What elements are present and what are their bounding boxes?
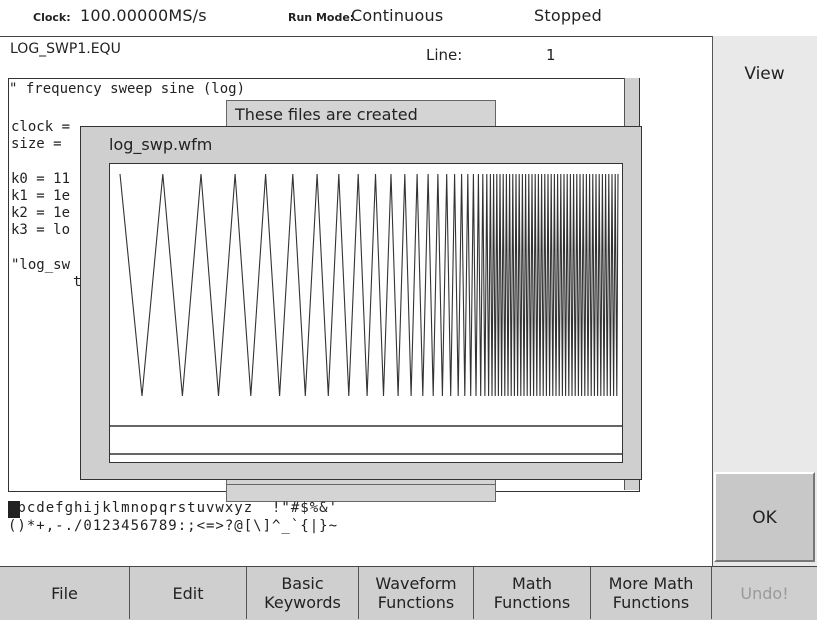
files-created-title: These files are created <box>235 105 418 124</box>
char-row-2[interactable]: ()*+,-./0123456789:;<=>?@[\]^_`{|}~ <box>8 518 338 534</box>
code-line-2: clock = <box>11 119 71 135</box>
waveform-preview-dialog: log_swp.wfm <box>80 126 642 480</box>
code-line-3: size = <box>11 136 62 152</box>
ok-button-label: OK <box>752 508 777 528</box>
run-mode-value: Continuous <box>351 6 444 25</box>
menu-file-label: File <box>51 583 78 603</box>
line-label: Line: <box>426 46 463 64</box>
code-line-6: k2 = 1e <box>11 205 71 221</box>
waveform-plot <box>109 163 623 463</box>
header-divider <box>0 36 712 37</box>
clock-label: Clock: <box>33 11 71 24</box>
view-button[interactable]: View <box>712 40 817 120</box>
menu-math-functions-label: Math Functions <box>493 574 571 612</box>
menu-waveform-functions-label: Waveform Functions <box>375 574 457 612</box>
menu-math-functions-button[interactable]: Math Functions <box>474 566 591 619</box>
waveform-title: log_swp.wfm <box>109 135 213 154</box>
menu-edit-button[interactable]: Edit <box>130 566 247 619</box>
char-row-1[interactable]: abcdefghijklmnopqrstuvwxyz !"#$%&' <box>8 500 338 516</box>
clock-value: 100.00000MS/s <box>80 6 207 25</box>
code-line-8: "log_sw <box>11 257 71 273</box>
equation-file-name: LOG_SWP1.EQU <box>10 41 121 57</box>
character-palette[interactable]: abcdefghijklmnopqrstuvwxyz !"#$%&' ()*+,… <box>8 498 708 544</box>
menu-undo-label: Undo! <box>740 583 789 603</box>
ok-button[interactable]: OK <box>714 472 815 562</box>
code-line-7: k3 = lo <box>11 222 71 238</box>
waveform-trace <box>110 173 622 455</box>
code-line-4: k0 = 11 <box>11 171 71 187</box>
menu-more-math-functions-button[interactable]: More Math Functions <box>591 566 712 619</box>
run-state: Stopped <box>534 6 602 25</box>
menu-basic-keywords-label: Basic Keywords <box>264 574 341 612</box>
status-bar: Clock: 100.00000MS/s Run Mode: Continuou… <box>0 0 817 36</box>
code-line-1: " frequency sweep sine (log) <box>9 81 246 97</box>
menu-waveform-functions-button[interactable]: Waveform Functions <box>359 566 474 619</box>
menu-basic-keywords-button[interactable]: Basic Keywords <box>247 566 359 619</box>
menu-more-math-functions-label: More Math Functions <box>608 574 694 612</box>
menu-file-button[interactable]: File <box>0 566 130 619</box>
line-value: 1 <box>546 46 556 64</box>
menu-edit-label: Edit <box>172 583 204 603</box>
view-button-label: View <box>744 64 785 84</box>
run-mode-label: Run Mode: <box>288 11 355 24</box>
code-line-5: k1 = 1e <box>11 188 71 204</box>
menu-undo-button[interactable]: Undo! <box>712 566 817 619</box>
